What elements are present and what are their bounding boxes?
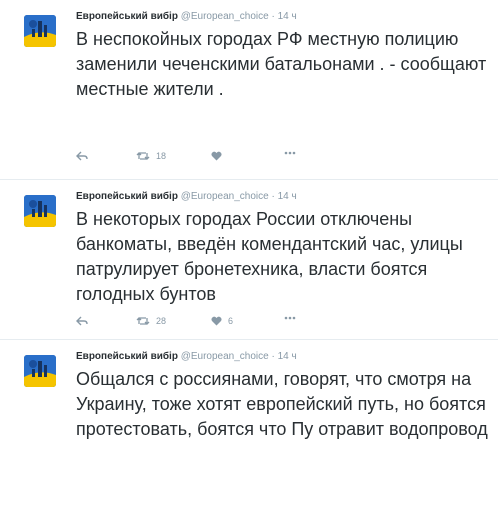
tweet[interactable]: Европейський вибір @European_choice · 14… xyxy=(0,0,498,180)
retweet-button[interactable]: 18 xyxy=(136,151,166,161)
avatar[interactable] xyxy=(24,15,56,47)
author-name[interactable]: Европейський вибір xyxy=(76,11,178,22)
separator: · xyxy=(271,11,275,22)
more-button[interactable] xyxy=(284,151,296,155)
timestamp[interactable]: 14 ч xyxy=(278,351,297,362)
author-handle[interactable]: @European_choice xyxy=(181,11,269,22)
tweet[interactable]: Европейський вибір @European_choice · 14… xyxy=(0,180,498,340)
tweet[interactable]: Европейський вибір @European_choice · 14… xyxy=(0,340,498,505)
heart-icon xyxy=(211,316,222,326)
author-handle[interactable]: @European_choice xyxy=(181,191,269,202)
reply-button[interactable] xyxy=(76,151,88,161)
like-button[interactable]: 6 xyxy=(211,316,233,326)
retweet-button[interactable]: 28 xyxy=(136,316,166,326)
tweet-text: Общался с россиянами, говорят, что смотр… xyxy=(76,369,488,439)
reply-icon xyxy=(76,151,88,161)
separator: · xyxy=(271,351,275,362)
author-handle[interactable]: @European_choice xyxy=(181,351,269,362)
reply-icon xyxy=(76,316,88,326)
tweet-feed: Европейський вибір @European_choice · 14… xyxy=(0,0,498,505)
avatar[interactable] xyxy=(24,195,56,227)
retweet-count: 18 xyxy=(156,151,167,161)
more-icon xyxy=(284,151,296,155)
like-count: 6 xyxy=(228,316,234,326)
more-icon xyxy=(284,316,296,320)
tweet-header: Европейський вибір @European_choice · 14… xyxy=(76,10,490,24)
tweet-header: Европейський вибір @European_choice · 14… xyxy=(76,350,490,364)
retweet-icon xyxy=(136,152,150,160)
author-name[interactable]: Европейський вибір xyxy=(76,191,178,202)
retweet-icon xyxy=(136,317,150,325)
separator: · xyxy=(271,191,275,202)
more-button[interactable] xyxy=(284,316,296,320)
tweet-header: Европейський вибір @European_choice · 14… xyxy=(76,190,490,204)
author-name[interactable]: Европейський вибір xyxy=(76,351,178,362)
avatar[interactable] xyxy=(24,355,56,387)
tweet-text: В неспокойных городах РФ местную полицию… xyxy=(76,29,487,99)
heart-icon xyxy=(211,151,222,161)
retweet-count: 28 xyxy=(156,316,167,326)
tweet-text: В некоторых городах России отключены бан… xyxy=(76,209,463,304)
timestamp[interactable]: 14 ч xyxy=(278,11,297,22)
timestamp[interactable]: 14 ч xyxy=(278,191,297,202)
reply-button[interactable] xyxy=(76,316,88,326)
like-button[interactable] xyxy=(211,151,228,161)
